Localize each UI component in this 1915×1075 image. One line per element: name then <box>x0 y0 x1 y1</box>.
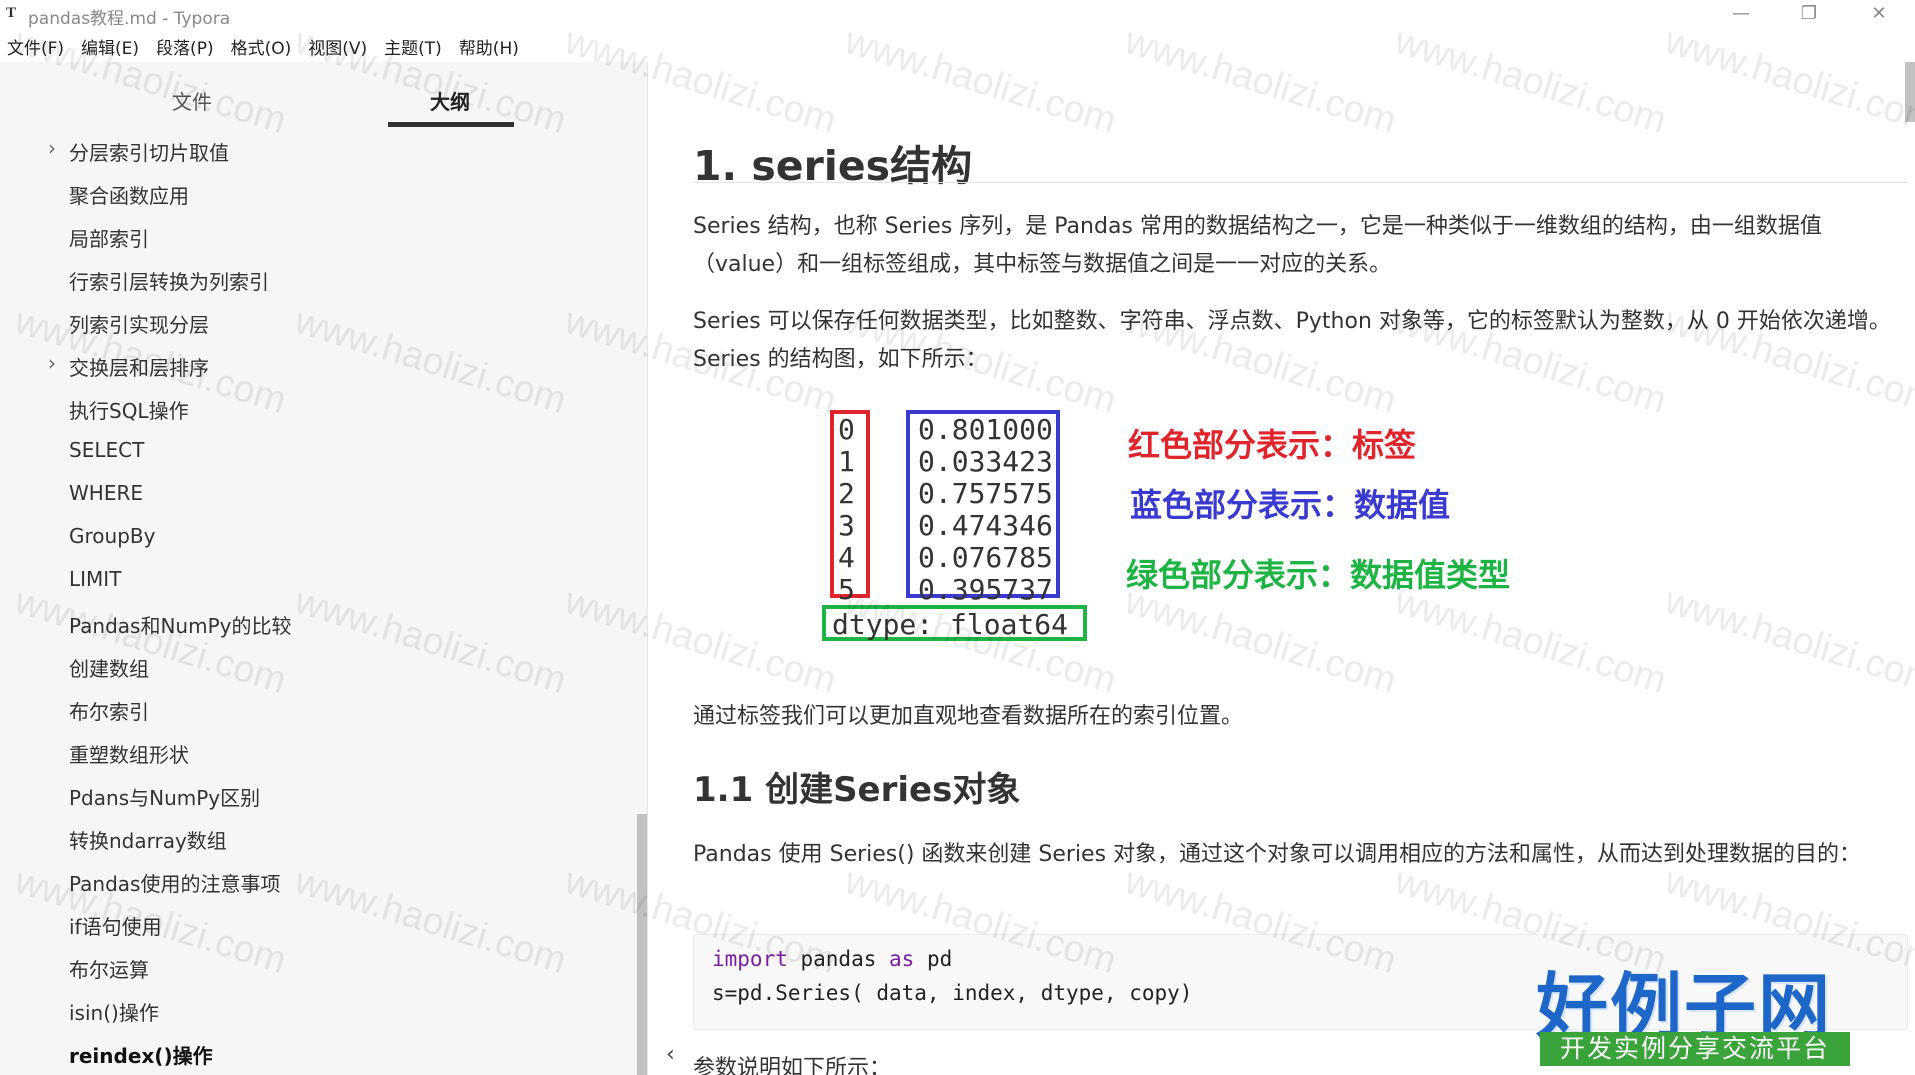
paragraph-series-intro: Series 结构，也称 Series 序列，是 Pandas 常用的数据结构之… <box>693 214 1822 277</box>
outline-item-label: Pandas和NumPy的比较 <box>69 614 292 638</box>
maximize-button[interactable]: ❐ <box>1784 0 1834 30</box>
heading-divider <box>693 182 1908 183</box>
series-value: 0.076785 <box>918 541 1053 574</box>
editor-scrollbar-thumb[interactable] <box>1905 62 1915 122</box>
outline-item[interactable]: 布尔运算 <box>0 949 636 985</box>
outline-item-label: Pandas使用的注意事项 <box>69 872 281 896</box>
window-title: pandas教程.md - Typora <box>28 9 231 29</box>
outline-item[interactable]: SELECT <box>0 433 636 469</box>
outline-item-label: 执行SQL操作 <box>69 399 189 423</box>
outline-item-label: isin()操作 <box>69 1001 159 1025</box>
series-value: 0.033423 <box>918 445 1053 478</box>
outline-item[interactable]: Pandas和NumPy的比较 <box>0 605 636 641</box>
heading-series-structure: 1. series结构 <box>693 142 973 190</box>
outline-item-label: 局部索引 <box>69 227 149 251</box>
sidebar: 文件 大纲 › 分层索引切片取值 聚合函数应用 局部索引行索引层转换为列索引 列索引实现… <box>0 62 648 1075</box>
sidebar-scrollbar-thumb[interactable] <box>637 814 647 1075</box>
legend-red: 红色部分表示：标签 <box>1128 426 1417 464</box>
outline-item-label: 分层索引切片取值 <box>69 141 229 165</box>
index-label: 3 <box>838 509 855 542</box>
menu-paragraph[interactable]: 段落(P) <box>149 32 224 62</box>
outline-item-label: 转换ndarray数组 <box>69 829 227 853</box>
editor-pane: 1. series结构 Series 结构，也称 Series 序列，是 Pan… <box>648 62 1915 1075</box>
index-label: 1 <box>838 445 855 478</box>
series-value: 0.395737 <box>918 573 1053 606</box>
outline-item[interactable]: 创建数组 <box>0 648 636 684</box>
collapse-sidebar-icon[interactable]: ‹ <box>666 1042 675 1067</box>
paragraph-series-function: Pandas 使用 Series() 函数来创建 Series 对象，通过这个对… <box>693 842 1862 867</box>
title-bar: T pandas教程.md - Typora — ❐ ✕ <box>0 0 1915 30</box>
chevron-right-icon[interactable]: › <box>48 351 56 375</box>
outline-item[interactable]: 聚合函数应用 <box>0 175 636 211</box>
heading-create-series: 1.1 创建Series对象 <box>693 770 1021 810</box>
outline-item[interactable]: 转换ndarray数组 <box>0 820 636 856</box>
tab-outline[interactable]: 大纲 <box>430 86 470 115</box>
outline-item[interactable]: 列索引实现分层 <box>0 304 636 340</box>
menu-help[interactable]: 帮助(H) <box>452 32 529 62</box>
chevron-right-icon[interactable]: › <box>48 136 56 160</box>
legend-green: 绿色部分表示：数据值类型 <box>1126 556 1511 594</box>
menu-edit[interactable]: 编辑(E) <box>74 32 149 62</box>
menu-theme[interactable]: 主题(T) <box>377 32 452 62</box>
menu-view[interactable]: 视图(V) <box>301 32 377 62</box>
outline-item-label: 交换层和层排序 <box>69 356 209 380</box>
active-tab-indicator <box>388 122 514 127</box>
outline-item-label: 行索引层转换为列索引 <box>69 270 269 294</box>
paragraph-series-types: Series 可以保存任何数据类型，比如整数、字符串、浮点数、Python 对象… <box>693 309 1891 372</box>
legend-blue: 蓝色部分表示：数据值 <box>1130 486 1451 524</box>
outline-item-label: LIMIT <box>69 567 122 591</box>
outline-item[interactable]: Pdans与NumPy区别 <box>0 777 636 813</box>
minimize-button[interactable]: — <box>1716 0 1766 30</box>
menu-file[interactable]: 文件(F) <box>0 32 74 62</box>
dtype-label: dtype: float64 <box>832 608 1069 641</box>
outline-item-label: Pdans与NumPy区别 <box>69 786 261 810</box>
outline-item[interactable]: if语句使用 <box>0 906 636 942</box>
outline-item[interactable]: 局部索引 <box>0 218 636 254</box>
outline-item[interactable]: 行索引层转换为列索引 <box>0 261 636 297</box>
outline-item[interactable]: › 分层索引切片取值 <box>0 132 636 168</box>
index-label: 4 <box>838 541 855 574</box>
outline-item-label: 重塑数组形状 <box>69 743 189 767</box>
outline-item-label: 列索引实现分层 <box>69 313 209 337</box>
watermark-logo-subtitle: 开发实例分享交流平台 <box>1540 1032 1850 1066</box>
tab-files[interactable]: 文件 <box>172 86 212 115</box>
outline-item[interactable]: 执行SQL操作 <box>0 390 636 426</box>
outline-item[interactable]: › 交换层和层排序 <box>0 347 636 383</box>
code-line-2: s=pd.Series( data, index, dtype, copy) <box>712 981 1193 1005</box>
series-value: 0.757575 <box>918 477 1053 510</box>
series-structure-figure: 012345 0.801000 0.033423 0.757575 0.474346 0… <box>818 402 1558 692</box>
paragraph-label-note: 通过标签我们可以更加直观地查看数据所在的索引位置。 <box>693 704 1244 729</box>
outline-item[interactable]: isin()操作 <box>0 992 636 1028</box>
code-line-1: import pandas as pd <box>712 947 953 971</box>
outline-item-label: 聚合函数应用 <box>69 184 189 208</box>
index-label: 5 <box>838 573 855 606</box>
index-label: 2 <box>838 477 855 510</box>
close-button[interactable]: ✕ <box>1854 0 1904 30</box>
outline-item[interactable]: LIMIT <box>0 562 636 598</box>
outline-item-label: WHERE <box>69 481 143 505</box>
series-value: 0.801000 <box>918 413 1053 446</box>
outline-item[interactable]: Pandas使用的注意事项 <box>0 863 636 899</box>
outline-item-label: if语句使用 <box>69 915 162 939</box>
outline-item-label: 布尔索引 <box>69 700 149 724</box>
outline-item[interactable]: reindex()操作 <box>0 1035 636 1071</box>
outline-item[interactable]: WHERE <box>0 476 636 512</box>
outline-item-label: reindex()操作 <box>69 1044 213 1068</box>
series-value: 0.474346 <box>918 509 1053 542</box>
outline-item-label: 创建数组 <box>69 657 149 681</box>
outline-item-label: SELECT <box>69 438 145 462</box>
watermark-logo: 好例子网 开发实例分享交流平台 <box>1536 948 1854 1066</box>
value-column: 0.801000 0.033423 0.757575 0.474346 0.076785… <box>918 414 1053 606</box>
index-label: 0 <box>838 413 855 446</box>
outline-item[interactable]: 布尔索引 <box>0 691 636 727</box>
outline-item-label: GroupBy <box>69 524 156 548</box>
menu-format[interactable]: 格式(O) <box>224 32 302 62</box>
menu-bar: 文件(F) 编辑(E) 段落(P) 格式(O) 视图(V) 主题(T) 帮助(H… <box>0 32 529 62</box>
typora-app-icon: T <box>6 5 17 21</box>
outline-item[interactable]: GroupBy <box>0 519 636 555</box>
outline-item[interactable]: 重塑数组形状 <box>0 734 636 770</box>
index-column: 012345 <box>838 414 855 606</box>
outline-item-label: 布尔运算 <box>69 958 149 982</box>
